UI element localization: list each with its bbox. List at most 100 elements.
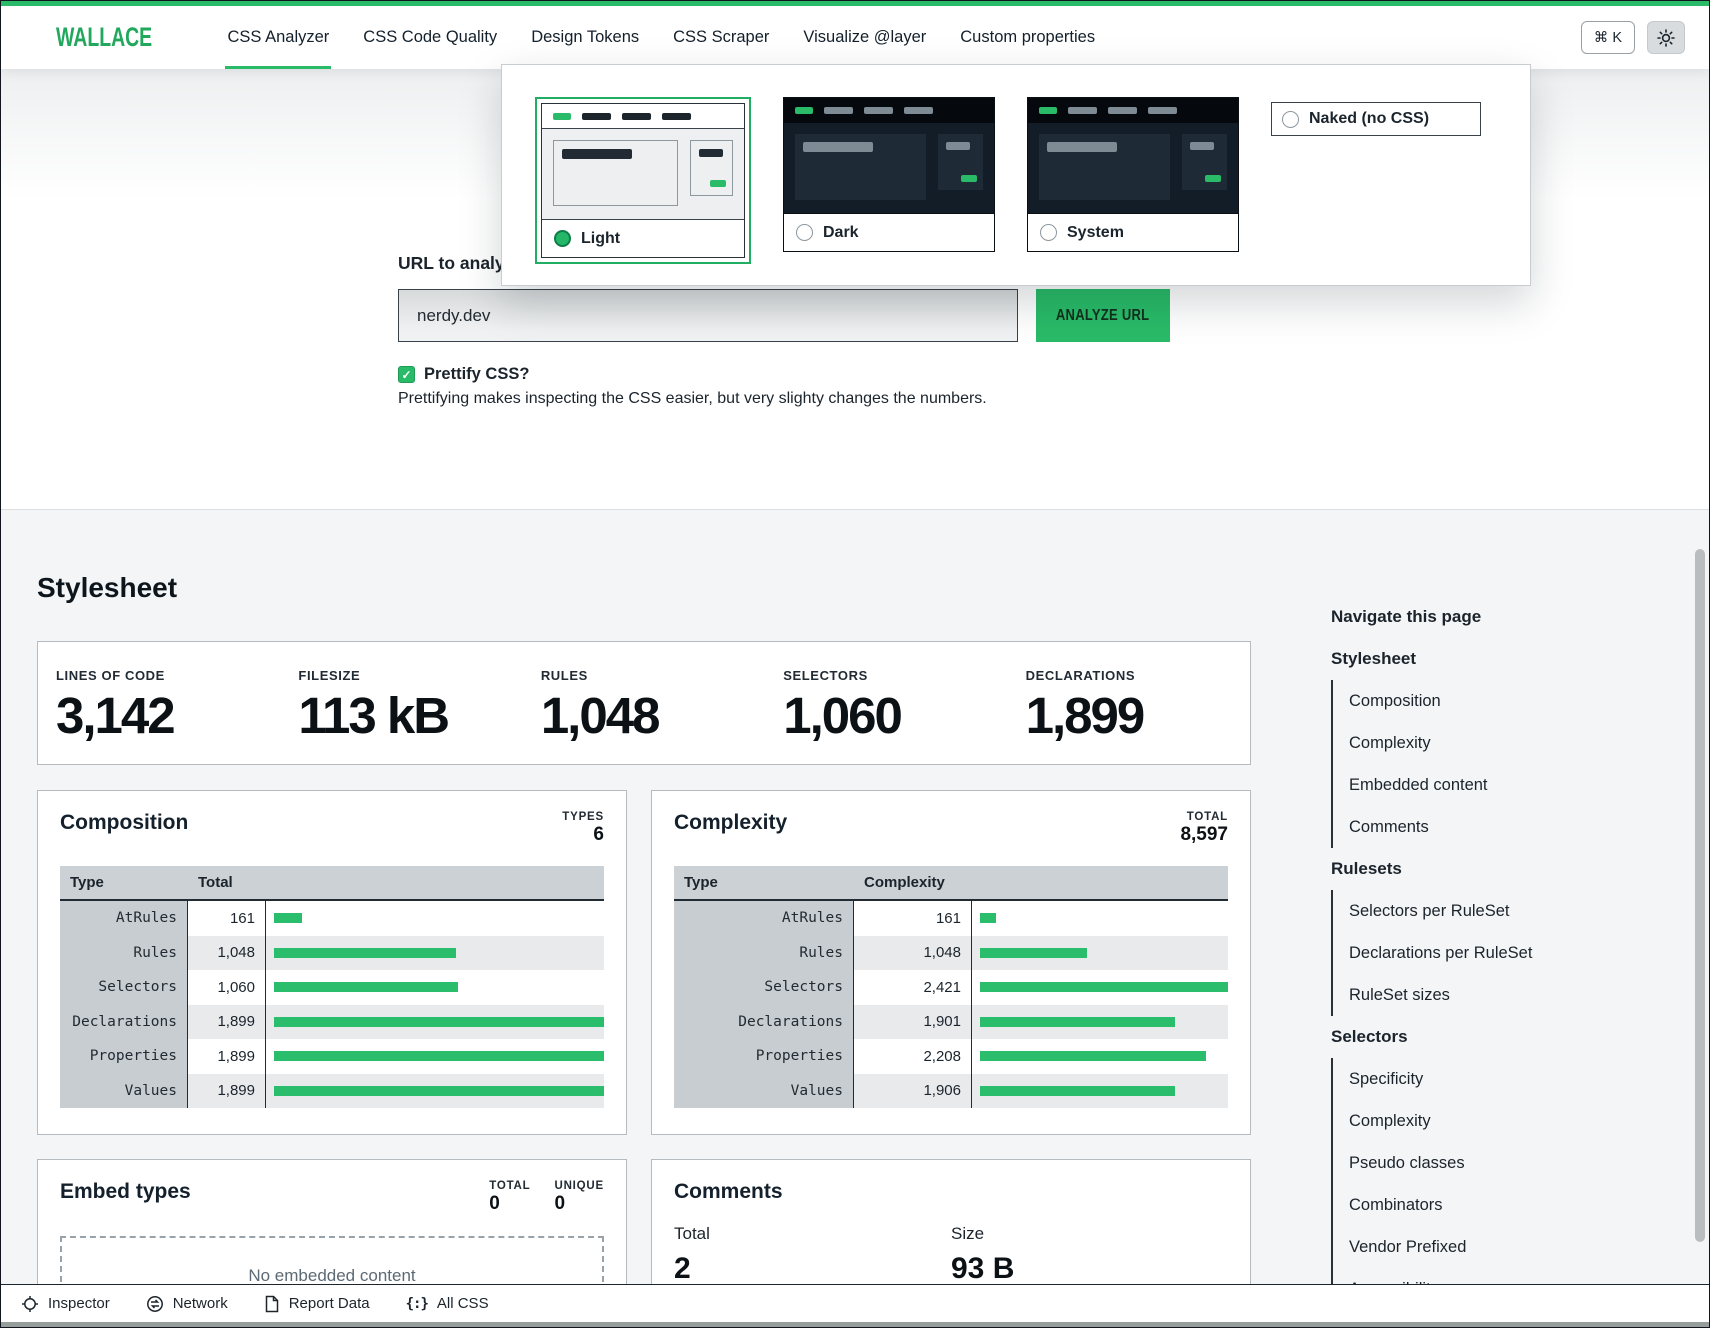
theme-option-dark[interactable]: Dark	[783, 97, 995, 252]
embed-unique-value: 0	[554, 1193, 604, 1215]
composition-table: Type Total AtRules 161 Rules	[60, 866, 604, 1108]
command-palette-button[interactable]: ⌘ K	[1581, 21, 1635, 54]
app-window: WALLACE CSS Analyzer CSS Code Quality De…	[0, 0, 1710, 1328]
analyze-url-button[interactable]: ANALYZE URL	[1036, 289, 1170, 342]
page-title: Stylesheet	[37, 572, 177, 604]
complexity-col-value: Complexity	[854, 874, 972, 891]
document-icon	[264, 1295, 280, 1313]
stat-label: RULES	[541, 668, 765, 683]
complexity-col-type: Type	[674, 874, 854, 891]
theme-dark-label: Dark	[823, 224, 859, 242]
table-row: AtRules 161	[674, 901, 1228, 936]
page-nav-link[interactable]: Pseudo classes	[1331, 1142, 1631, 1184]
composition-meta-value: 6	[562, 824, 604, 846]
primary-nav: CSS Analyzer CSS Code Quality Design Tok…	[227, 6, 1095, 69]
stat: FILESIZE 113 kB	[280, 642, 522, 764]
value-bar	[980, 948, 1087, 958]
radio-naked[interactable]	[1282, 111, 1299, 128]
scrollbar-thumb[interactable]	[1695, 549, 1705, 1242]
network-tool[interactable]: Network	[146, 1295, 228, 1313]
page-nav-link[interactable]: Complexity	[1331, 722, 1631, 764]
top-accent-strip	[1, 1, 1709, 6]
prettify-description: Prettifying makes inspecting the CSS eas…	[398, 390, 987, 408]
page-nav-link[interactable]: Specificity	[1331, 1058, 1631, 1100]
stat-value: 1,060	[783, 686, 1007, 745]
bottom-toolbar: Inspector Network Report Data {:} All CS…	[1, 1284, 1709, 1322]
radio-dark[interactable]	[796, 224, 813, 241]
table-row: Properties 1,899	[60, 1039, 604, 1074]
comments-size-label: Size	[951, 1224, 1228, 1244]
inspector-icon	[21, 1295, 39, 1313]
embed-unique-label: UNIQUE	[554, 1180, 604, 1192]
url-input[interactable]	[398, 289, 1018, 342]
stat-label: SELECTORS	[783, 668, 1007, 683]
composition-card: Composition TYPES 6 Type Total AtRules	[37, 790, 627, 1135]
theme-toggle-button[interactable]	[1647, 21, 1685, 54]
composition-col-total: Total	[188, 874, 266, 891]
value-bar	[274, 982, 458, 992]
page-nav-title: Navigate this page	[1331, 596, 1631, 638]
table-row: Rules 1,048	[674, 936, 1228, 971]
url-form-row: ANALYZE URL	[398, 289, 1170, 342]
nav-tab[interactable]: Design Tokens	[531, 6, 639, 69]
embed-total-value: 0	[489, 1193, 530, 1215]
inspector-label: Inspector	[48, 1295, 110, 1312]
prettify-checkbox[interactable]: ✓	[398, 366, 415, 383]
page-nav-link[interactable]: Selectors	[1331, 1016, 1631, 1058]
theme-option-naked[interactable]: Naked (no CSS)	[1271, 102, 1481, 136]
table-row: Declarations 1,901	[674, 1005, 1228, 1040]
wallace-logo[interactable]: WALLACE	[56, 22, 152, 53]
comments-size-value: 93 B	[951, 1252, 1228, 1286]
page-nav-link[interactable]: Embedded content	[1331, 764, 1631, 806]
comments-title: Comments	[674, 1180, 783, 1204]
page-nav-link[interactable]: Declarations per RuleSet	[1331, 932, 1631, 974]
table-row: AtRules 161	[60, 901, 604, 936]
theme-dark-preview: Dark	[783, 97, 995, 252]
theme-picker-popover: Light Dark	[501, 64, 1531, 286]
value-bar	[274, 913, 302, 923]
page-nav-link[interactable]: Combinators	[1331, 1184, 1631, 1226]
stat-label: DECLARATIONS	[1026, 668, 1250, 683]
nav-tab[interactable]: Visualize @layer	[803, 6, 926, 69]
page-nav-link[interactable]: RuleSet sizes	[1331, 974, 1631, 1016]
theme-system-label: System	[1067, 224, 1124, 242]
complexity-card: Complexity TOTAL 8,597 Type Complexity A…	[651, 790, 1251, 1135]
all-css-tool[interactable]: {:} All CSS	[406, 1295, 489, 1312]
theme-option-system[interactable]: System	[1027, 97, 1239, 252]
nav-tab[interactable]: CSS Code Quality	[363, 6, 497, 69]
page-nav-link[interactable]: Selectors per RuleSet	[1331, 890, 1631, 932]
inspector-tool[interactable]: Inspector	[21, 1295, 110, 1313]
page-nav-link[interactable]: Vendor Prefixed	[1331, 1226, 1631, 1268]
stat: SELECTORS 1,060	[765, 642, 1007, 764]
nav-tab[interactable]: Custom properties	[960, 6, 1095, 69]
network-icon	[146, 1295, 164, 1313]
value-bar	[274, 1086, 604, 1096]
theme-naked-label: Naked (no CSS)	[1309, 110, 1429, 128]
page-nav-link[interactable]: Composition	[1331, 680, 1631, 722]
embed-total-label: TOTAL	[489, 1180, 530, 1192]
composition-title: Composition	[60, 811, 188, 835]
theme-option-light[interactable]: Light	[535, 97, 751, 264]
comments-total-value: 2	[674, 1252, 951, 1286]
network-label: Network	[173, 1295, 228, 1312]
value-bar	[980, 913, 996, 923]
all-css-label: All CSS	[437, 1295, 489, 1312]
radio-system[interactable]	[1040, 224, 1057, 241]
page-nav-link[interactable]: Stylesheet	[1331, 638, 1631, 680]
embed-types-title: Embed types	[60, 1180, 191, 1204]
nav-tab[interactable]: CSS Analyzer	[227, 6, 329, 69]
table-row: Values 1,899	[60, 1074, 604, 1109]
report-data-label: Report Data	[289, 1295, 370, 1312]
page-nav-link[interactable]: Comments	[1331, 806, 1631, 848]
report-data-tool[interactable]: Report Data	[264, 1295, 370, 1313]
stat: LINES OF CODE 3,142	[38, 642, 280, 764]
stat-value: 1,048	[541, 686, 765, 745]
value-bar	[980, 1017, 1175, 1027]
page-nav-link[interactable]: Complexity	[1331, 1100, 1631, 1142]
radio-light[interactable]	[554, 230, 571, 247]
complexity-meta-label: TOTAL	[1180, 811, 1228, 823]
curly-braces-icon: {:}	[406, 1296, 428, 1312]
nav-tab[interactable]: CSS Scraper	[673, 6, 769, 69]
value-bar	[980, 1051, 1206, 1061]
page-nav-link[interactable]: Rulesets	[1331, 848, 1631, 890]
